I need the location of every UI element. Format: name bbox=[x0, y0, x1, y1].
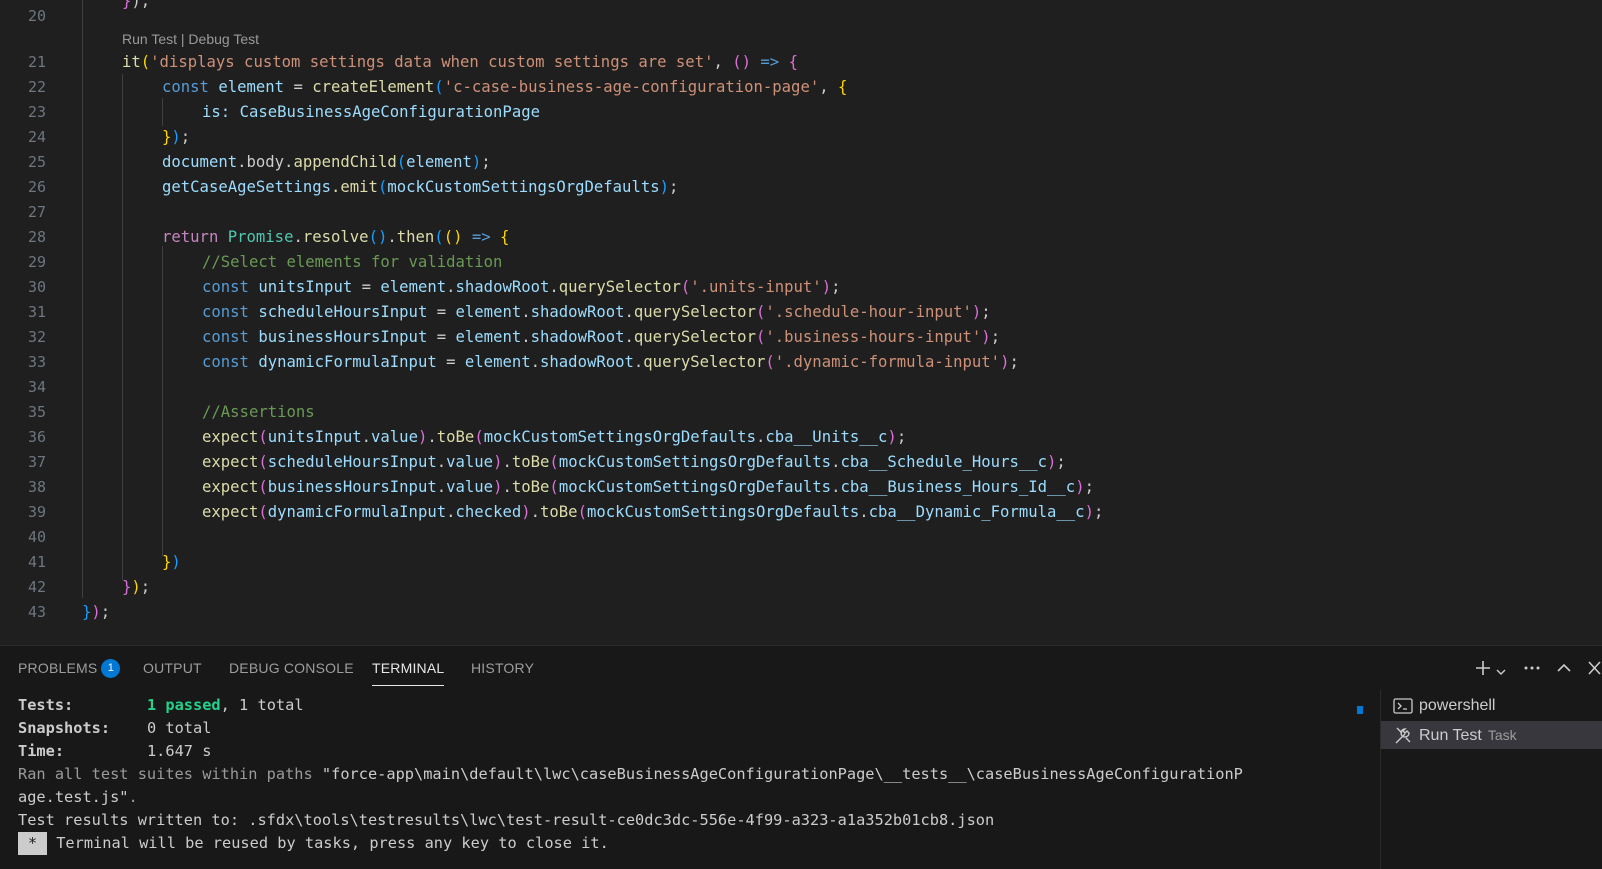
terminal-dropdown-button[interactable] bbox=[1495, 662, 1507, 683]
line-number: 26 bbox=[27, 178, 46, 196]
problems-count-badge: 1 bbox=[101, 659, 121, 678]
terminal-line: Ran all test suites within paths "force-… bbox=[18, 765, 1243, 783]
code-line-36: expect(unitsInput.value).toBe(mockCustom… bbox=[202, 428, 907, 446]
code-line-38: expect(businessHoursInput.value).toBe(mo… bbox=[202, 478, 1094, 496]
code-line-23: is: CaseBusinessAgeConfigurationPage bbox=[202, 103, 540, 121]
code-line-26: getCaseAgeSettings.emit(mockCustomSettin… bbox=[162, 178, 679, 196]
code-line-39: expect(dynamicFormulaInput.checked).toBe… bbox=[202, 503, 1104, 521]
new-terminal-button[interactable] bbox=[1473, 658, 1493, 683]
terminal-item-label: powershell bbox=[1419, 697, 1496, 714]
line-number: 36 bbox=[27, 428, 46, 446]
line-number: 30 bbox=[27, 278, 46, 296]
chevron-up-icon bbox=[1557, 663, 1571, 672]
terminal-cursor: * bbox=[18, 832, 47, 855]
line-number: 28 bbox=[27, 228, 46, 246]
code-line-41: }) bbox=[162, 553, 181, 571]
terminal-line: Snapshots: 0 total bbox=[18, 719, 212, 737]
tab-output[interactable]: OUTPUT bbox=[143, 660, 202, 676]
code-line-43: }); bbox=[82, 603, 111, 621]
ellipsis-icon bbox=[1524, 666, 1540, 670]
line-number: 32 bbox=[27, 328, 46, 346]
maximize-panel-button[interactable] bbox=[1555, 658, 1573, 683]
tab-history[interactable]: HISTORY bbox=[471, 660, 534, 676]
terminal-line: * Terminal will be reused by tasks, pres… bbox=[18, 832, 609, 855]
line-number: 34 bbox=[27, 378, 46, 396]
tools-icon bbox=[1393, 721, 1413, 759]
tab-label: PROBLEMS bbox=[18, 660, 98, 677]
codelens: Run Test | Debug Test bbox=[122, 31, 259, 47]
line-number: 33 bbox=[27, 353, 46, 371]
code-editor[interactable]: Run Test | Debug Test 20 21 22 23 24 25 … bbox=[0, 0, 1602, 645]
line-number: 23 bbox=[27, 103, 46, 121]
line-number: 24 bbox=[27, 128, 46, 146]
tab-debug-console[interactable]: DEBUG CONSOLE bbox=[229, 660, 354, 676]
line-number: 40 bbox=[27, 528, 46, 546]
code-line-33: const dynamicFormulaInput = element.shad… bbox=[202, 353, 1019, 371]
line-number: 37 bbox=[27, 453, 46, 471]
code-line-30: const unitsInput = element.shadowRoot.qu… bbox=[202, 278, 841, 296]
line-number: 42 bbox=[27, 578, 46, 596]
tab-terminal[interactable]: TERMINAL bbox=[372, 660, 445, 686]
line-number: 41 bbox=[27, 553, 46, 571]
terminal-line: Tests: 1 passed, 1 total bbox=[18, 696, 304, 714]
line-number: 20 bbox=[27, 7, 46, 25]
close-icon bbox=[1588, 661, 1601, 675]
line-number: 35 bbox=[27, 403, 46, 421]
code-line-21: it('displays custom settings data when c… bbox=[122, 53, 798, 71]
code-line-28: return Promise.resolve().then(() => { bbox=[162, 228, 510, 246]
code-line-29: //Select elements for validation bbox=[202, 253, 503, 271]
terminal-list: powershell Run Test Task bbox=[1380, 690, 1602, 869]
tab-problems[interactable]: PROBLEMS 1 bbox=[18, 659, 121, 679]
line-number: 25 bbox=[27, 153, 46, 171]
code-line-35: //Assertions bbox=[202, 403, 315, 421]
code-line-32: const businessHoursInput = element.shado… bbox=[202, 328, 1001, 346]
codelens-separator: | bbox=[177, 31, 189, 47]
line-number: 38 bbox=[27, 478, 46, 496]
terminal-line: Time: 1.647 s bbox=[18, 742, 212, 760]
terminal-item-run-test[interactable]: Run Test Task bbox=[1381, 721, 1602, 749]
bottom-panel: PROBLEMS 1 OUTPUT DEBUG CONSOLE TERMINAL … bbox=[0, 645, 1602, 869]
line-number: 39 bbox=[27, 503, 46, 521]
line-number: 22 bbox=[27, 78, 46, 96]
terminal-item-powershell[interactable]: powershell bbox=[1381, 692, 1602, 720]
terminal-output[interactable]: Tests: 1 passed, 1 total Snapshots: 0 to… bbox=[18, 694, 1348, 855]
line-number: 27 bbox=[27, 203, 46, 221]
line-number: 29 bbox=[27, 253, 46, 271]
code-line-31: const scheduleHoursInput = element.shado… bbox=[202, 303, 991, 321]
plus-icon bbox=[1476, 661, 1490, 675]
close-panel-button[interactable] bbox=[1587, 658, 1602, 683]
more-actions-button[interactable] bbox=[1522, 658, 1542, 683]
line-number: 43 bbox=[27, 603, 46, 621]
terminal-line: age.test.js". bbox=[18, 788, 138, 806]
line-number: 21 bbox=[27, 53, 46, 71]
terminal-line: Test results written to: .sfdx\tools\tes… bbox=[18, 811, 995, 829]
code-line-20: }); bbox=[122, 0, 151, 10]
panel-tabs: PROBLEMS 1 OUTPUT DEBUG CONSOLE TERMINAL … bbox=[0, 646, 1602, 690]
code-line-37: expect(scheduleHoursInput.value).toBe(mo… bbox=[202, 453, 1066, 471]
line-number: 31 bbox=[27, 303, 46, 321]
chevron-down-icon bbox=[1496, 669, 1506, 675]
debug-test-link[interactable]: Debug Test bbox=[188, 31, 259, 47]
run-test-link[interactable]: Run Test bbox=[122, 31, 177, 47]
terminal-item-label: Run Test Task bbox=[1419, 727, 1517, 744]
code-line-42: }); bbox=[122, 578, 151, 596]
terminal-scrollbar[interactable] bbox=[1357, 706, 1363, 714]
code-line-22: const element = createElement('c-case-bu… bbox=[162, 78, 848, 96]
code-line-24: }); bbox=[162, 128, 191, 146]
code-line-25: document.body.appendChild(element); bbox=[162, 153, 491, 171]
